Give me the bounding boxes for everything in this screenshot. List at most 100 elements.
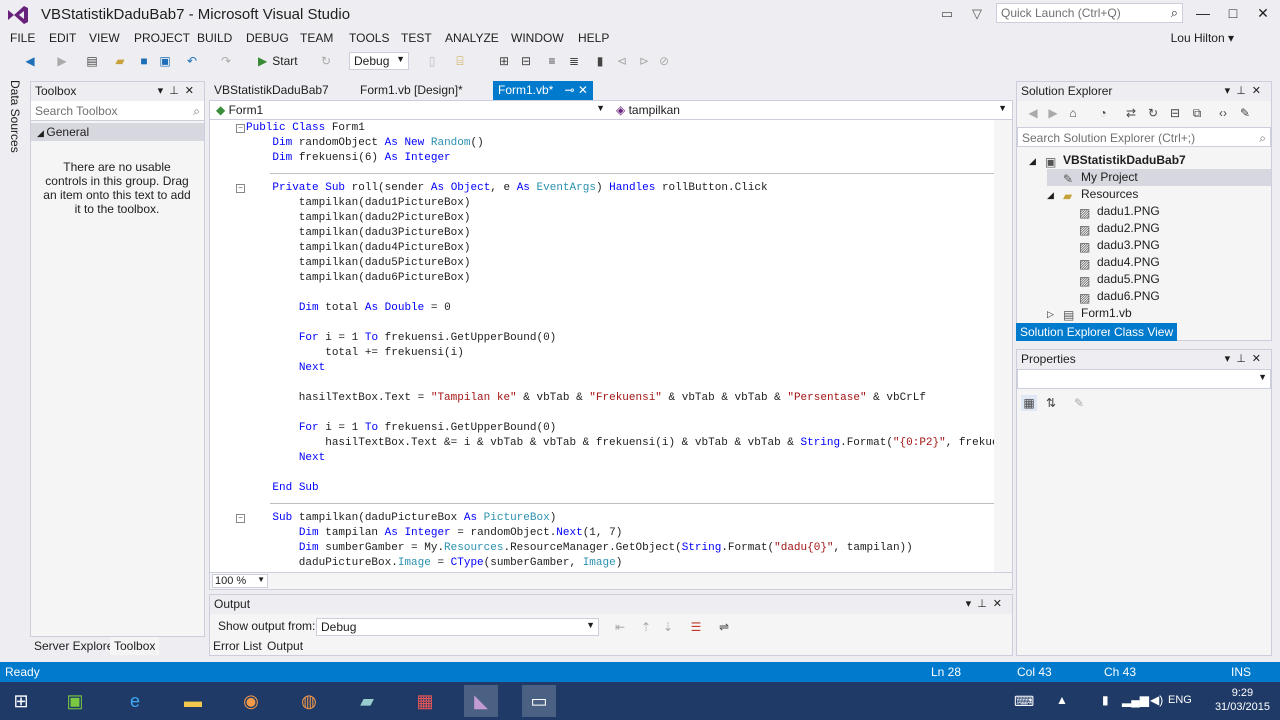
maximize-button[interactable]: □ (1218, 2, 1248, 24)
close-button[interactable]: ✕ (1248, 2, 1278, 24)
code-line[interactable]: tampilkan(dadu5PictureBox) (246, 256, 471, 271)
code-line[interactable]: Next (246, 361, 325, 376)
code-line[interactable]: For i = 1 To frekuensi.GetUpperBound(0) (246, 421, 556, 436)
battery-icon[interactable]: ▮ (1102, 693, 1109, 707)
refresh-icon[interactable]: ↻ (1145, 105, 1161, 121)
data-sources-tab[interactable]: Data Sources (8, 80, 22, 153)
properties-wrench-icon[interactable]: ✎ (1237, 105, 1253, 121)
tree-item-image-file[interactable]: ▨ dadu5.PNG (1063, 271, 1160, 288)
uncomment-icon[interactable]: ≣ (566, 53, 582, 69)
pending-changes-icon[interactable]: ◔ (1095, 105, 1111, 121)
tab-output[interactable]: Output (263, 637, 308, 655)
layout-icon[interactable]: ⊞ (496, 53, 512, 69)
tab-toolbox[interactable]: Toolbox (110, 637, 160, 655)
menu-window[interactable]: WINDOW (511, 31, 564, 45)
home-icon[interactable]: ⌂ (1065, 105, 1081, 121)
alphabetical-icon[interactable]: ⇅ (1043, 395, 1059, 411)
fold-toggle-icon[interactable]: − (236, 124, 245, 133)
menu-tools[interactable]: TOOLS (349, 31, 389, 45)
categorized-icon[interactable]: ▦ (1021, 395, 1037, 411)
menu-edit[interactable]: EDIT (49, 31, 76, 45)
tab-server-explorer[interactable]: Server Explorer (30, 637, 121, 655)
attach-icon[interactable]: ▯ (424, 53, 440, 69)
code-line[interactable]: tampilkan(dadu1PictureBox) (246, 196, 471, 211)
open-folder-icon[interactable]: ▰ (112, 53, 128, 69)
visual-studio-taskbar-icon[interactable]: ◣ (464, 685, 498, 717)
tree-item-image-file[interactable]: ▨ dadu6.PNG (1063, 288, 1160, 305)
class-dropdown[interactable]: ◆ Form1 ▼ (212, 102, 608, 118)
tray-arrow-icon[interactable]: ▲ (1056, 693, 1068, 707)
save-icon[interactable]: ■ (136, 53, 152, 69)
forward-icon[interactable]: ▶ (1045, 105, 1061, 121)
tab-form-design[interactable]: Form1.vb [Design]* (355, 81, 468, 100)
code-line[interactable]: daduPictureBox.Image = CType(sumberGambe… (246, 556, 623, 571)
solution-configuration-select[interactable]: Debug ▼ (349, 52, 409, 70)
tree-item-image-file[interactable]: ▨ dadu2.PNG (1063, 220, 1160, 237)
bookmark-icon[interactable]: ▮ (592, 53, 608, 69)
code-line[interactable]: total += frekuensi(i) (246, 346, 464, 361)
code-line[interactable]: hasilTextBox.Text &= i & vbTab & vbTab &… (246, 436, 994, 451)
collapse-all-icon[interactable]: ⊟ (1167, 105, 1183, 121)
volume-icon[interactable]: ◀) (1150, 693, 1163, 707)
output-source-select[interactable]: Debug ▼ (316, 618, 599, 636)
clear-bookmarks-icon[interactable]: ⊘ (656, 53, 672, 69)
back-icon[interactable]: ◀ (1025, 105, 1041, 121)
fold-toggle-icon[interactable]: − (236, 514, 245, 523)
code-line[interactable]: Sub tampilkan(daduPictureBox As PictureB… (246, 511, 556, 526)
code-line[interactable]: Dim frekuensi(6) As Integer (246, 151, 450, 166)
code-line[interactable]: Next (246, 451, 325, 466)
tree-item-image-file[interactable]: ▨ dadu3.PNG (1063, 237, 1160, 254)
zoom-select[interactable]: 100 % ▼ (212, 574, 268, 588)
fold-toggle-icon[interactable]: − (236, 184, 245, 193)
pane-pin-close-icons[interactable]: ▾⊥✕ (1225, 84, 1267, 97)
vertical-scrollbar[interactable] (994, 120, 1012, 572)
prev-bookmark-icon[interactable]: ⊲ (614, 53, 630, 69)
filter-icon[interactable]: ▽ (968, 5, 986, 23)
code-line[interactable]: Public Class Form1 (246, 121, 365, 136)
menu-analyze[interactable]: ANALYZE (445, 31, 499, 45)
save-all-icon[interactable]: ▣ (157, 53, 173, 69)
tree-item-project[interactable]: ◢ ▣ VBStatistikDaduBab7 (1029, 152, 1186, 169)
expand-arrow-icon[interactable]: ◢ (1029, 153, 1045, 170)
tree-item-form-file[interactable]: ▷ ▤ Form1.vb (1047, 305, 1132, 322)
notes-icon[interactable]: ▰ (350, 685, 384, 717)
code-line[interactable]: tampilkan(dadu3PictureBox) (246, 226, 471, 241)
keyboard-icon[interactable]: ⌨ (1014, 693, 1034, 710)
tab-error-list[interactable]: Error List (209, 637, 266, 655)
sync-icon[interactable]: ⇄ (1123, 105, 1139, 121)
code-line[interactable]: tampilkan(dadu6PictureBox) (246, 271, 471, 286)
network-icon[interactable]: ▂▄▆ (1122, 693, 1149, 707)
tab-class-view[interactable]: Class View (1110, 323, 1178, 341)
pane-pin-close-icons[interactable]: ▾⊥✕ (1225, 352, 1267, 365)
menu-view[interactable]: VIEW (89, 31, 120, 45)
store-icon[interactable]: ▣ (58, 685, 92, 717)
quick-launch-input[interactable]: Quick Launch (Ctrl+Q) ⌕ (996, 3, 1183, 23)
expand-arrow-icon[interactable]: ▷ (1047, 306, 1063, 323)
minimize-button[interactable]: — (1188, 2, 1218, 24)
code-line[interactable]: tampilkan(dadu2PictureBox) (246, 211, 471, 226)
word-wrap-icon[interactable]: ⇌ (716, 619, 732, 635)
property-pages-icon[interactable]: ✎ (1071, 395, 1087, 411)
pane-pin-close-icons[interactable]: ▾⊥✕ (966, 597, 1008, 610)
input-language[interactable]: ENG (1168, 694, 1192, 706)
code-line[interactable]: Dim sumberGamber = My.Resources.Resource… (246, 541, 913, 556)
menu-test[interactable]: TEST (401, 31, 432, 45)
member-dropdown[interactable]: ◈ tampilkan ▼ (612, 102, 1010, 118)
clear-all-icon[interactable]: ☰ (688, 619, 704, 635)
file-explorer-icon[interactable]: ▬ (176, 685, 210, 717)
redo-icon[interactable]: ↷ (218, 53, 234, 69)
form-window-icon[interactable]: ▭ (522, 685, 556, 717)
menu-team[interactable]: TEAM (300, 31, 333, 45)
windows-start-icon[interactable]: ⊞ (4, 685, 38, 717)
back-icon[interactable]: ◀ (22, 53, 38, 69)
toolbox-group-general[interactable]: ◢ General (31, 123, 204, 141)
tree-item-resources-folder[interactable]: ◢ ▰ Resources (1047, 186, 1138, 203)
code-line[interactable]: End Sub (246, 481, 318, 496)
code-line[interactable]: Dim tampilan As Integer = randomObject.N… (246, 526, 623, 541)
pane-pin-close-icons[interactable]: ▾⊥✕ (158, 84, 200, 97)
menu-project[interactable]: PROJECT (134, 31, 190, 45)
code-line[interactable]: Dim total As Double = 0 (246, 301, 451, 316)
tree-item-image-file[interactable]: ▨ dadu4.PNG (1063, 254, 1160, 271)
forward-icon[interactable]: ▶ (54, 53, 70, 69)
menu-build[interactable]: BUILD (197, 31, 232, 45)
